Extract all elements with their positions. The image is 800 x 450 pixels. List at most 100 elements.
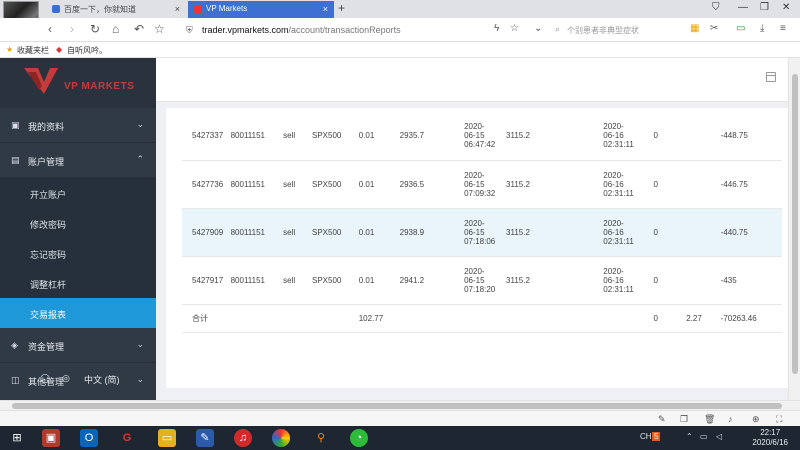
volume-icon[interactable]: ♪ [728,414,733,424]
cell-ticket: 5427337 [182,112,231,161]
table-row[interactable]: 5427909 80011151 sell SPX500 0.01 2938.9 2020-… [182,208,782,257]
restore-icon[interactable]: ❐ [760,2,769,13]
vpmarkets-favicon-icon [194,5,202,13]
scissors-icon[interactable]: ✂ [710,24,720,34]
brush-icon[interactable]: ✎ [658,414,666,425]
menu-label: 账户管理 [28,157,65,167]
table-row[interactable]: 5427337 80011151 sell SPX500 0.01 2935.7 2020-… [182,112,782,161]
reload-icon[interactable]: ↻ [90,22,100,36]
horizontal-scroll-thumb[interactable] [12,403,782,409]
table-row[interactable]: 5427736 80011151 sell SPX500 0.01 2936.5 2020-… [182,160,782,209]
star-icon[interactable]: ☆ [154,22,165,36]
submenu-open-account[interactable]: 开立账户 [0,178,156,208]
tab-baidu[interactable]: 百度一下，你就知道 × [46,1,186,18]
battery-icon[interactable]: ▭ [736,24,746,34]
cell-account: 80011151 [230,112,284,161]
total-commission: 0 [653,304,687,333]
menu-account-management[interactable]: ▤ 账户管理 ⌃ [0,143,156,178]
star-folder-icon: ★ [6,45,14,54]
shield-icon: ⛨ [186,25,193,35]
ime-indicator[interactable]: CH [640,432,652,441]
total-empty-cell [587,304,654,333]
new-tab-icon[interactable]: + [338,1,345,15]
bookmark-item[interactable]: ◆ 自听风吟。 [56,45,107,56]
cell-account: 80011151 [230,256,284,305]
submenu-forgot-password[interactable]: 忘记密码 [0,238,156,268]
cell-swap [686,112,721,161]
network-icon[interactable]: ▭ [700,432,708,441]
language-select[interactable]: 中文 (简) [84,373,120,386]
home-icon[interactable]: ⌂ [112,22,119,36]
brand-name: VP MARKETS [64,81,135,92]
user-icon[interactable]: ◯ [40,373,50,384]
windows-start-icon[interactable]: ⊞ [8,429,26,447]
menu-label: 资金管理 [28,342,65,352]
sticky-app-icon[interactable]: ✎ [196,429,214,447]
money-icon: ◈ [11,340,18,350]
total-empty-cell [399,304,465,333]
globe-icon[interactable]: ◎ [62,373,70,384]
cell-type: sell [283,160,312,209]
total-profit: -70263.46 [720,304,782,333]
trash-icon[interactable]: 🗑 [704,414,715,425]
chevron-down-icon[interactable]: ⌄ [534,24,544,34]
logo-area[interactable]: VP MARKETS [0,58,156,108]
download-icon[interactable]: ⤓ [760,24,770,34]
total-volume: 102.77 [358,304,400,333]
wechat-app-icon[interactable]: ◔ [350,429,368,447]
bookmark-folder[interactable]: ★ 收藏夹栏 [6,45,49,56]
system-clock[interactable]: 22:17 2020/6/16 [752,428,788,448]
close-window-icon[interactable]: ✕ [782,2,790,13]
shirt-skin-icon[interactable]: ⛉ [712,2,720,13]
submenu-transaction-reports[interactable]: 交易报表 [0,298,156,328]
vertical-scrollbar[interactable] [788,58,800,400]
cell-ticket: 5427917 [182,256,231,305]
photos-app-icon[interactable]: ▣ [42,429,60,447]
g-app-icon[interactable]: G [118,429,136,447]
minimize-icon[interactable]: — [738,2,748,13]
browser-app-icon[interactable] [272,429,290,447]
lightning-icon[interactable]: ϟ [494,24,504,34]
menu-icon[interactable]: ≡ [780,24,790,34]
outlook-app-icon[interactable]: O [80,429,98,447]
bookmark-star-icon[interactable]: ☆ [510,24,520,34]
cell-commission: 0 [653,112,687,161]
cell-account: 80011151 [230,160,284,209]
calendar-icon[interactable] [766,72,776,82]
submenu-adjust-leverage[interactable]: 调整杠杆 [0,268,156,298]
url-field[interactable]: ⛨ trader.vpmarkets.com/account/transacti… [186,21,526,39]
user-card-icon: ▣ [11,120,20,130]
vertical-scroll-thumb[interactable] [792,74,798,374]
clock-date: 2020/6/16 [752,438,788,447]
music-app-icon[interactable]: ♫ [234,429,252,447]
os-taskbar: ⊞ ▣ O G ▭ ✎ ♫ ⚲ ◔ CH 5 ⌃ ▭ ◁ 22:17 2020/… [0,426,800,450]
back-icon[interactable]: ‹ [48,22,52,36]
close-tab-icon[interactable]: × [175,4,180,14]
menu-my-profile[interactable]: ▣ 我的资料 ⌄ [0,108,156,143]
cell-symbol: SPX500 [312,160,359,209]
close-tab-icon[interactable]: × [323,4,328,14]
search-app-icon[interactable]: ⚲ [312,429,330,447]
file-explorer-icon[interactable]: ▭ [158,429,176,447]
speaker-icon[interactable]: ◁ [716,432,722,441]
cell-ticket: 5427736 [182,160,231,209]
search-icon: ⌕ [555,24,561,34]
fullscreen-icon[interactable]: ⛶ [776,414,782,425]
search-input[interactable]: ⌕ 个别患者非典型症状 [555,22,685,38]
forward-icon[interactable]: › [70,22,74,36]
horizontal-scrollbar[interactable] [0,400,800,410]
submenu-change-password[interactable]: 修改密码 [0,208,156,238]
table-row[interactable]: 5427917 80011151 sell SPX500 0.01 2941.2 2020-… [182,256,782,305]
undo-icon[interactable]: ↶ [134,22,144,36]
browser-status-bar: ✎ ❐ 🗑 ♪ ⊕ ⛶ [0,410,800,426]
notify-badge[interactable]: 5 [652,432,661,441]
menu-other-management[interactable]: ◫ 其他管理 ◯ ◎ 中文 (简) ⌄ [0,363,156,398]
tray-chevron-up-icon[interactable]: ⌃ [686,432,693,441]
menu-funds-management[interactable]: ◈ 资金管理 ⌄ [0,328,156,363]
window-icon[interactable]: ❐ [680,414,688,425]
total-empty-cell [283,304,312,333]
cell-volume: 0.01 [358,208,400,257]
zoom-icon[interactable]: ⊕ [752,414,760,425]
apps-grid-icon[interactable]: ▦ [690,24,700,34]
tab-vpmarkets[interactable]: VP Markets × [188,1,334,18]
